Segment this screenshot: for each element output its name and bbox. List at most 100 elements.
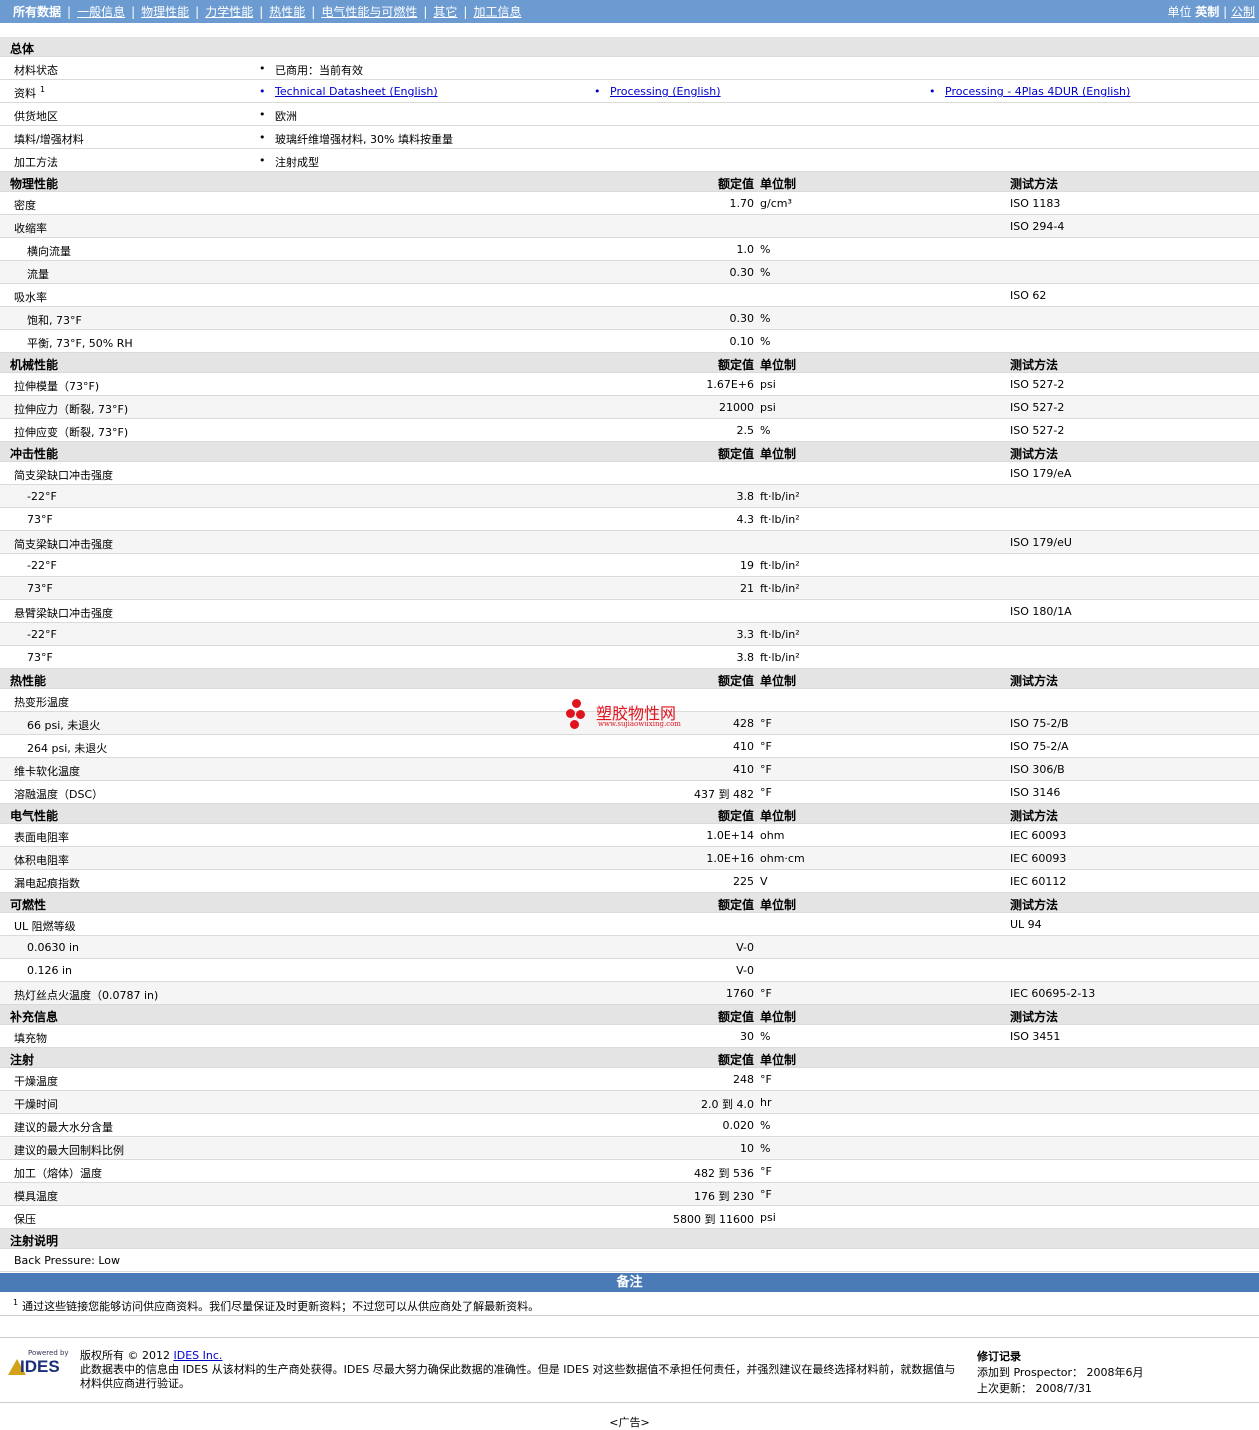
nav-item-7[interactable]: 加工信息 — [473, 5, 521, 19]
table-row: Back Pressure: Low — [0, 1249, 1259, 1272]
unit-header: 单位制 — [760, 177, 797, 191]
test-method: ISO 75-2/A — [1010, 740, 1069, 753]
property-label: 拉伸模量（73°F) — [14, 380, 100, 393]
property-value: 410 — [733, 740, 754, 753]
nav-item-3[interactable]: 力学性能 — [205, 5, 253, 19]
table-row: 264 psi, 未退火 410 °F ISO 75-2/A — [0, 735, 1259, 758]
footnote-text: 通过这些链接您能够访问供应商资料。我们尽量保证及时更新资料；不过您可以从供应商处… — [22, 1300, 540, 1313]
section-header: 热性能 额定值 单位制 测试方法 — [0, 669, 1259, 689]
property-label: 横向流量 — [27, 245, 71, 258]
property-label: 热灯丝点火温度（0.0787 in) — [14, 989, 159, 1002]
property-label: 建议的最大回制料比例 — [14, 1144, 124, 1157]
table-row: 干燥温度 248 °F — [0, 1068, 1259, 1091]
table-row: 建议的最大水分含量 0.020% — [0, 1114, 1259, 1137]
unit-metric-link[interactable]: 公制 — [1231, 5, 1255, 19]
property-value: 21 — [740, 582, 754, 595]
property-value: 1760 — [726, 987, 754, 1000]
test-method: ISO 527-2 — [1010, 424, 1065, 437]
doc-link-2[interactable]: Processing - 4Plas 4DUR (English) — [929, 85, 1130, 98]
table-row: 拉伸应变（断裂, 73°F) 2.5% ISO 527-2 — [0, 419, 1259, 442]
nominal-header: 额定值 — [717, 1053, 754, 1067]
units-label: 单位 — [1167, 5, 1192, 19]
added-value: 2008年6月 — [1086, 1366, 1144, 1379]
property-unit: ohm — [760, 829, 785, 842]
property-value: 10 — [740, 1142, 754, 1155]
property-label: UL 阻燃等级 — [14, 920, 76, 933]
section-title-general: 总体 — [10, 42, 35, 56]
property-value: 5800 到 11600 — [673, 1213, 754, 1226]
nav-item-6[interactable]: 其它 — [433, 5, 457, 19]
section-header: 机械性能 额定值 单位制 测试方法 — [0, 353, 1259, 373]
test-method: ISO 62 — [1010, 289, 1047, 302]
unit-english-option[interactable]: 英制 — [1195, 5, 1219, 19]
ides-logo[interactable]: Powered by IDES — [8, 1349, 72, 1377]
table-row: 简支梁缺口冲击强度 ISO 179/eA — [0, 462, 1259, 485]
table-row: 横向流量 1.0% — [0, 238, 1259, 261]
revision-title: 修订记录 — [977, 1350, 1021, 1363]
test-method: ISO 527-2 — [1010, 378, 1065, 391]
property-label: 简支梁缺口冲击强度 — [14, 538, 113, 551]
test-method-header: 测试方法 — [1010, 898, 1059, 912]
property-unit: g/cm³ — [760, 197, 792, 210]
property-value: 248 — [733, 1073, 754, 1086]
property-value: 19 — [740, 559, 754, 572]
test-method: ISO 75-2/B — [1010, 717, 1069, 730]
nominal-header: 额定值 — [717, 674, 754, 688]
test-method: ISO 3451 — [1010, 1030, 1061, 1043]
section-header: 可燃性 额定值 单位制 测试方法 — [0, 893, 1259, 913]
property-label: 73°F — [27, 582, 53, 595]
property-value: 3.8 — [736, 651, 755, 664]
test-method-header: 测试方法 — [1010, 358, 1059, 372]
property-value: 1.0E+16 — [706, 852, 754, 865]
property-value: 1.67E+6 — [706, 378, 754, 391]
notes-header: 备注 — [0, 1273, 1259, 1292]
table-row: -22°F 3.3 ft·lb/in² — [0, 623, 1259, 646]
nav-item-1[interactable]: 一般信息 — [77, 5, 125, 19]
nav-item-0[interactable]: 所有数据 — [13, 5, 61, 19]
doc-link-0[interactable]: Technical Datasheet (English) — [259, 85, 438, 98]
section-header: 补充信息 额定值 单位制 测试方法 — [0, 1005, 1259, 1025]
test-method: IEC 60093 — [1010, 829, 1067, 842]
general-label: 填料/增强材料 — [14, 133, 84, 146]
divider — [0, 1337, 1259, 1338]
property-value: 21000 — [719, 401, 754, 414]
test-method: ISO 527-2 — [1010, 401, 1065, 414]
property-value: V-0 — [736, 941, 754, 954]
property-label: 建议的最大水分含量 — [14, 1121, 113, 1134]
property-label: -22°F — [27, 628, 57, 641]
property-label: 模具温度 — [14, 1190, 58, 1203]
property-label: 维卡软化温度 — [14, 765, 80, 778]
doc-link-1[interactable]: Processing (English) — [594, 85, 720, 98]
ides-link[interactable]: IDES Inc. — [173, 1349, 222, 1362]
property-unit: ft·lb/in² — [760, 513, 800, 526]
property-value: 0.30 — [729, 266, 755, 279]
property-unit: °F — [760, 1188, 772, 1201]
property-label: 表面电阻率 — [14, 831, 69, 844]
revision-history: 修订记录 添加到 Prospector： 2008年6月 上次更新： 2008/… — [977, 1349, 1144, 1397]
property-label: 平衡, 73°F, 50% RH — [27, 337, 133, 350]
docs-footnote-marker: 1 — [40, 85, 46, 95]
watermark-url: www.sujiaowuxing.com — [598, 720, 681, 728]
docs-label: 资料 1 — [14, 85, 46, 100]
copyright-text: 版权所有 © 2012 — [80, 1349, 174, 1362]
section-header: 冲击性能 额定值 单位制 测试方法 — [0, 442, 1259, 462]
property-unit: °F — [760, 763, 772, 776]
ad-placeholder[interactable]: <广告> — [0, 1414, 1259, 1430]
table-row: -22°F 3.8 ft·lb/in² — [0, 485, 1259, 508]
test-method-header: 测试方法 — [1010, 1010, 1059, 1024]
nav-item-2[interactable]: 物理性能 — [141, 5, 189, 19]
test-method-header: 测试方法 — [1010, 447, 1059, 461]
unit-header: 单位制 — [760, 674, 797, 688]
property-label: 热变形温度 — [14, 696, 69, 709]
test-method: IEC 60093 — [1010, 852, 1067, 865]
property-unit: °F — [760, 740, 772, 753]
powered-by-label: Powered by — [28, 1349, 69, 1357]
nav-item-4[interactable]: 热性能 — [269, 5, 305, 19]
property-value: 3.8 — [736, 490, 755, 503]
property-unit: ohm·cm — [760, 852, 805, 865]
property-value: 428 — [733, 717, 754, 730]
nav-item-5[interactable]: 电气性能与可燃性 — [321, 5, 417, 19]
property-value: 0.30 — [729, 312, 755, 325]
property-label: 吸水率 — [14, 291, 47, 304]
nominal-header: 额定值 — [717, 358, 754, 372]
